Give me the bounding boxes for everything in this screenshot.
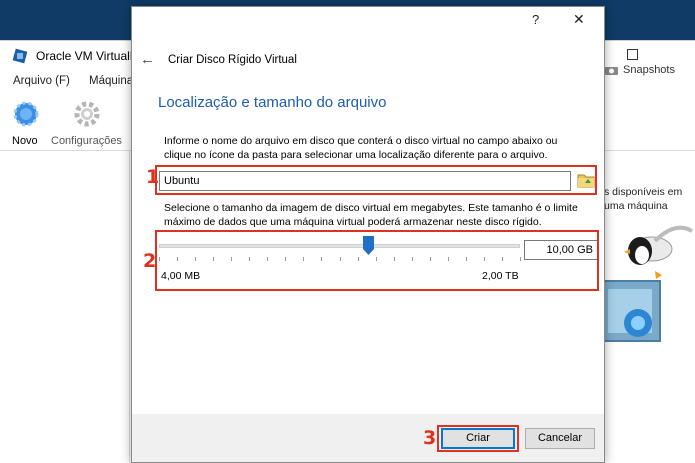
dialog-content: ? ✕ ← Criar Disco Rígido Virtual Localiz… [132,7,604,414]
annotation-box-1 [155,165,597,195]
new-vm-icon [13,101,39,127]
size-description: Selecione o tamanho da imagem de disco v… [164,202,578,228]
help-icon[interactable]: ? [532,12,539,27]
main-window-title: Oracle VM VirtualB [36,49,138,63]
annotation-number-1: 1 [146,166,160,188]
vm-list-pane[interactable] [0,151,130,463]
cancel-button[interactable]: Cancelar [525,428,595,449]
details-text-line-1: s disponíveis em [604,186,683,198]
settings-gear-icon [74,101,100,127]
close-icon[interactable]: ✕ [573,11,585,28]
maximize-icon[interactable] [627,49,638,60]
location-description: Informe o nome do arquivo em disco que c… [164,135,558,161]
menu-arquivo[interactable]: Arquivo (F) [13,75,70,87]
annotation-box-3 [437,425,519,452]
annotation-number-3: 3 [423,427,437,449]
details-text-line-2: uma máquina [604,200,668,212]
menu-maquina[interactable]: Máquina [89,75,133,87]
snapshots-label: Snapshots [623,64,675,76]
dialog-title: Criar Disco Rígido Virtual [168,54,297,66]
back-arrow-icon[interactable]: ← [140,51,155,68]
page-heading: Localização e tamanho do arquivo [158,94,387,111]
penguin-machine-illustration [600,225,694,342]
virtualbox-logo-icon [12,48,28,64]
annotation-box-2 [155,230,599,291]
camera-icon [605,67,618,75]
annotation-number-2: 2 [143,250,157,272]
toolbar-settings-label: Configurações [51,135,122,147]
toolbar-new-label: Novo [12,135,38,147]
toolbar-settings-button[interactable]: Configurações [51,99,122,147]
toolbar-new-button[interactable]: Novo [10,99,42,147]
